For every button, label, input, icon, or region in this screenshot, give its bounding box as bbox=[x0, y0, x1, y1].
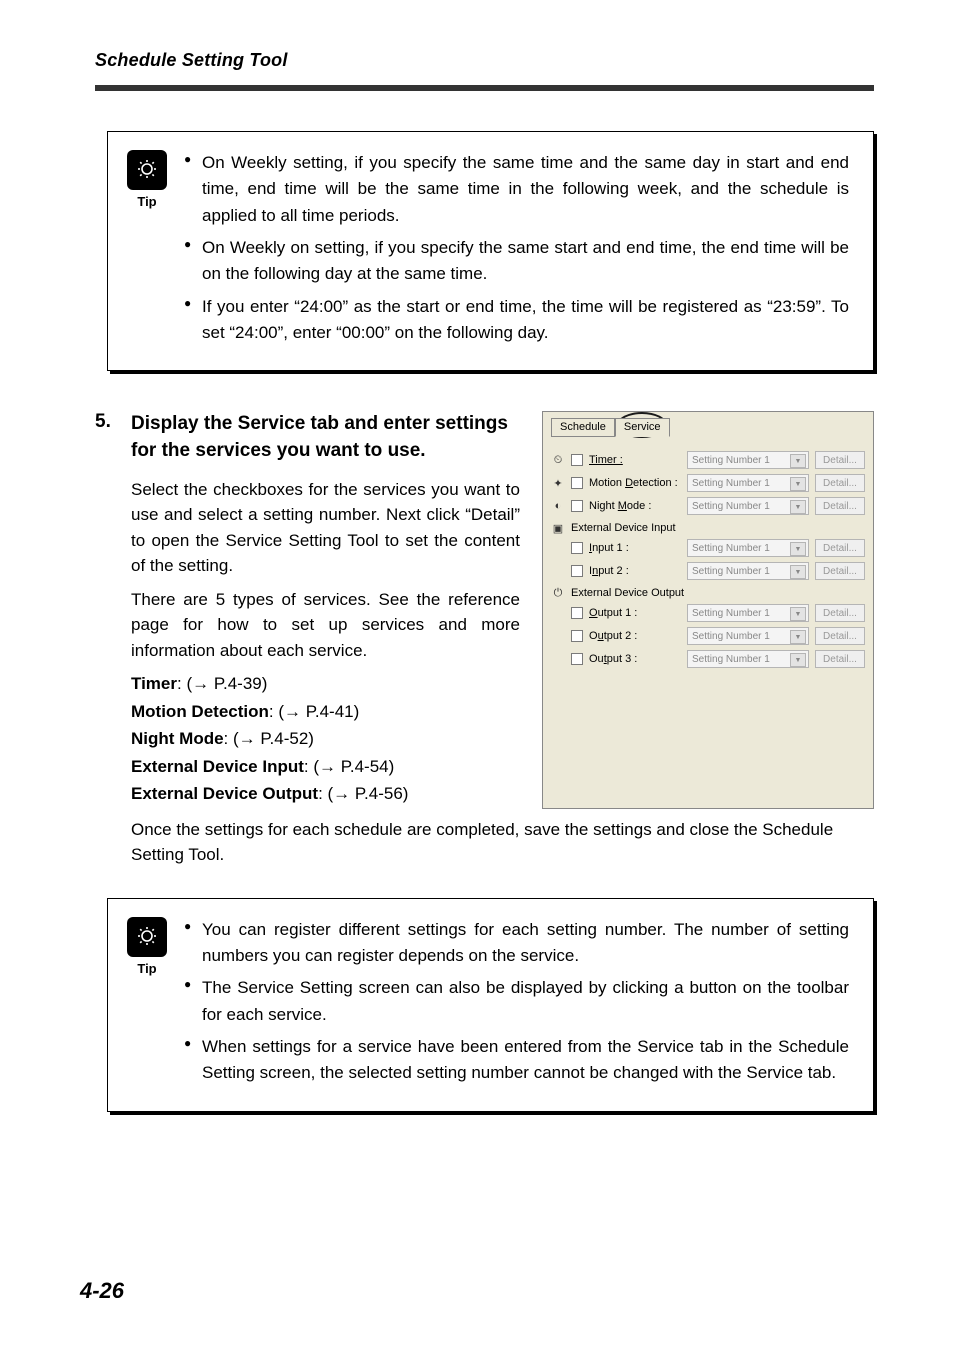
detail-button[interactable]: Detail... bbox=[815, 627, 865, 645]
device-input-icon: ▣ bbox=[551, 521, 565, 535]
detail-button[interactable]: Detail... bbox=[815, 562, 865, 580]
tip-item: If you enter “24:00” as the start or end… bbox=[184, 294, 849, 347]
row-output3: Output 3 : Setting Number 1 Detail... bbox=[571, 650, 865, 668]
tab-schedule[interactable]: Schedule bbox=[551, 418, 615, 437]
label-output1: Output 1 : bbox=[589, 607, 681, 619]
group-ext-input: ▣ External Device Input bbox=[551, 521, 865, 535]
select-output3[interactable]: Setting Number 1 bbox=[687, 650, 809, 668]
tip-item: On Weekly on setting, if you specify the… bbox=[184, 235, 849, 288]
row-timer: ⏲ Timer : Setting Number 1 Detail... bbox=[551, 451, 865, 469]
tip-label: Tip bbox=[126, 961, 168, 976]
motion-icon: ✦ bbox=[551, 476, 565, 490]
row-input2: Input 2 : Setting Number 1 Detail... bbox=[571, 562, 865, 580]
detail-button[interactable]: Detail... bbox=[815, 650, 865, 668]
tip-box-1: Tip On Weekly setting, if you specify th… bbox=[107, 131, 874, 371]
step-text-column: Display the Service tab and enter settin… bbox=[131, 411, 520, 808]
ref-edo: External Device Output: (→ P.4-56) bbox=[131, 781, 520, 807]
row-output1: Output 1 : Setting Number 1 Detail... bbox=[571, 604, 865, 622]
tip-icon-block: Tip bbox=[126, 917, 168, 1093]
night-icon: ◐ bbox=[551, 499, 565, 513]
select-motion[interactable]: Setting Number 1 bbox=[687, 474, 809, 492]
select-output2[interactable]: Setting Number 1 bbox=[687, 627, 809, 645]
label-input1: Input 1 : bbox=[589, 542, 681, 554]
tab-strip: Schedule Service bbox=[551, 418, 865, 437]
lightbulb-icon bbox=[127, 917, 167, 957]
row-motion: ✦ Motion Detection : Setting Number 1 De… bbox=[551, 474, 865, 492]
step-title: Display the Service tab and enter settin… bbox=[131, 411, 520, 464]
ref-motion: Motion Detection: (→ P.4-41) bbox=[131, 699, 520, 725]
step-para: Select the checkboxes for the services y… bbox=[131, 477, 520, 579]
ref-timer: Timer: (→ P.4-39) bbox=[131, 671, 520, 697]
step-para: There are 5 types of services. See the r… bbox=[131, 587, 520, 664]
checkbox-output3[interactable] bbox=[571, 653, 583, 665]
step-5: 5. Display the Service tab and enter set… bbox=[95, 411, 874, 867]
label-night: Night Mode : bbox=[589, 500, 681, 512]
detail-button[interactable]: Detail... bbox=[815, 451, 865, 469]
service-panel: Schedule Service ⏲ Timer : Setting Numbe… bbox=[542, 411, 874, 808]
ref-edi: External Device Input: (→ P.4-54) bbox=[131, 754, 520, 780]
tip-label: Tip bbox=[126, 194, 168, 209]
label-motion: Motion Detection : bbox=[589, 477, 681, 489]
tip-item: On Weekly setting, if you specify the sa… bbox=[184, 150, 849, 229]
row-output2: Output 2 : Setting Number 1 Detail... bbox=[571, 627, 865, 645]
row-input1: Input 1 : Setting Number 1 Detail... bbox=[571, 539, 865, 557]
detail-button[interactable]: Detail... bbox=[815, 474, 865, 492]
checkbox-output2[interactable] bbox=[571, 630, 583, 642]
checkbox-input2[interactable] bbox=[571, 565, 583, 577]
tip-list: You can register different settings for … bbox=[184, 917, 849, 1093]
label-output3: Output 3 : bbox=[589, 653, 681, 665]
header-rule bbox=[95, 85, 874, 91]
label-timer: Timer : bbox=[589, 454, 681, 466]
tip-item: The Service Setting screen can also be d… bbox=[184, 975, 849, 1028]
tip-item: You can register different settings for … bbox=[184, 917, 849, 970]
device-output-icon: ⏻ bbox=[551, 586, 565, 600]
checkbox-output1[interactable] bbox=[571, 607, 583, 619]
group-ext-output: ⏻ External Device Output bbox=[551, 586, 865, 600]
running-head: Schedule Setting Tool bbox=[95, 50, 874, 71]
tip-icon-block: Tip bbox=[126, 150, 168, 352]
tip-list: On Weekly setting, if you specify the sa… bbox=[184, 150, 849, 352]
tip-box-2: Tip You can register different settings … bbox=[107, 898, 874, 1112]
detail-button[interactable]: Detail... bbox=[815, 539, 865, 557]
label-output2: Output 2 : bbox=[589, 630, 681, 642]
detail-button[interactable]: Detail... bbox=[815, 497, 865, 515]
label-input2: Input 2 : bbox=[589, 565, 681, 577]
tip-item: When settings for a service have been en… bbox=[184, 1034, 849, 1087]
select-night[interactable]: Setting Number 1 bbox=[687, 497, 809, 515]
checkbox-night[interactable] bbox=[571, 500, 583, 512]
page-number: 4-26 bbox=[80, 1278, 124, 1304]
lightbulb-icon bbox=[127, 150, 167, 190]
select-output1[interactable]: Setting Number 1 bbox=[687, 604, 809, 622]
ref-night: Night Mode: (→ P.4-52) bbox=[131, 726, 520, 752]
step-closing-para: Once the settings for each schedule are … bbox=[131, 817, 874, 868]
checkbox-timer[interactable] bbox=[571, 454, 583, 466]
select-input1[interactable]: Setting Number 1 bbox=[687, 539, 809, 557]
checkbox-input1[interactable] bbox=[571, 542, 583, 554]
detail-button[interactable]: Detail... bbox=[815, 604, 865, 622]
tab-service[interactable]: Service bbox=[615, 418, 670, 437]
select-input2[interactable]: Setting Number 1 bbox=[687, 562, 809, 580]
row-night: ◐ Night Mode : Setting Number 1 Detail..… bbox=[551, 497, 865, 515]
select-timer[interactable]: Setting Number 1 bbox=[687, 451, 809, 469]
timer-icon: ⏲ bbox=[551, 453, 565, 467]
checkbox-motion[interactable] bbox=[571, 477, 583, 489]
step-number: 5. bbox=[95, 411, 119, 433]
